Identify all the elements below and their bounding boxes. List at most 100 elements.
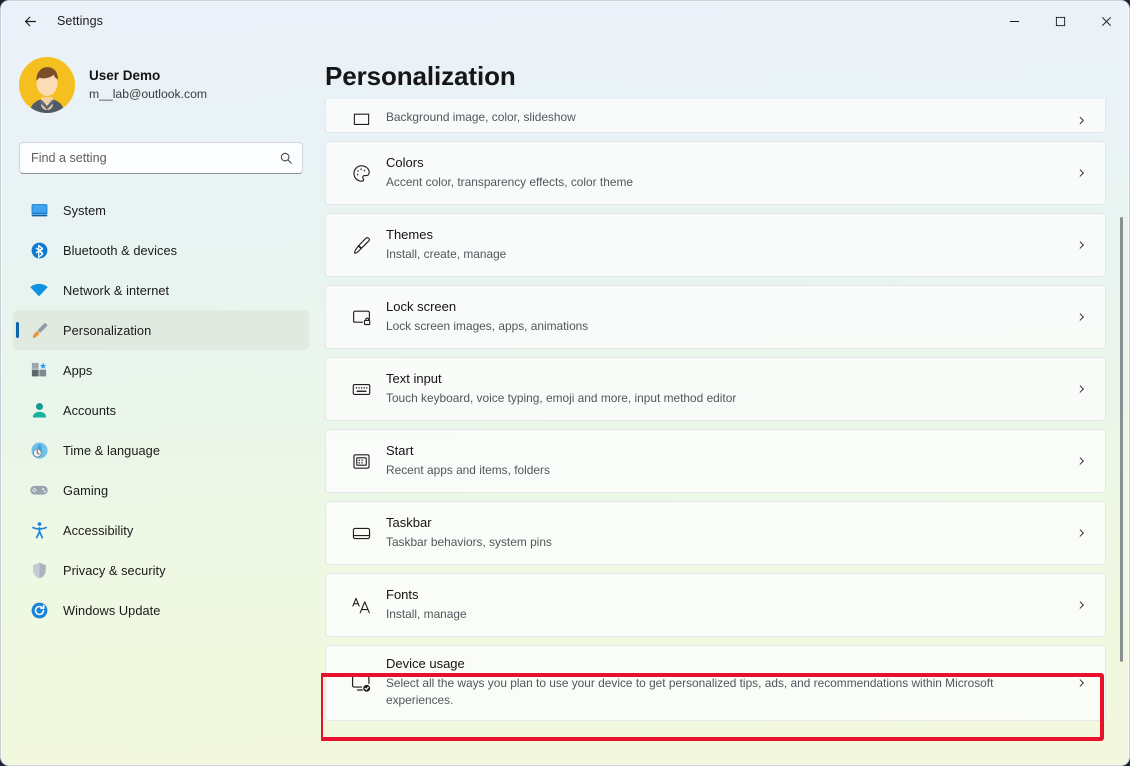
list-item-lock-screen[interactable]: Lock screen Lock screen images, apps, an… [325, 285, 1106, 349]
account-name: User Demo [89, 68, 161, 84]
sidebar-item-label: Apps [63, 362, 93, 378]
maximize-icon [1055, 16, 1065, 26]
chevron-right-icon[interactable] [1076, 384, 1087, 395]
accessibility-icon [29, 520, 49, 540]
chevron-right-icon[interactable] [1076, 312, 1087, 323]
account-email: m__lab@outlook.com [89, 87, 208, 102]
minimize-button[interactable] [991, 1, 1037, 41]
list-item-device-usage[interactable]: Device usage Select all the ways you pla… [325, 645, 1106, 721]
search-icon [279, 151, 293, 165]
settings-window: Settings User Demo m__lab@outlook.com Fi… [0, 0, 1130, 766]
list-item-title: Text input [386, 370, 442, 386]
chevron-right-icon[interactable] [1076, 456, 1087, 467]
list-item-title: Colors [386, 154, 424, 170]
sidebar-item-label: Windows Update [63, 602, 161, 618]
sidebar-item-label: Bluetooth & devices [63, 242, 178, 258]
sidebar-item-label: Accessibility [63, 522, 134, 538]
sidebar-item-apps[interactable]: Apps [13, 350, 309, 390]
update-icon [29, 600, 49, 620]
chevron-right-icon[interactable] [1076, 240, 1087, 251]
chevron-right-icon[interactable] [1076, 168, 1087, 179]
sidebar-item-label: Personalization [63, 322, 152, 338]
chevron-right-icon[interactable] [1076, 115, 1087, 126]
list-item-body: Colors Accent color, transparency effect… [386, 155, 1105, 191]
back-button[interactable] [13, 6, 47, 36]
list-item-colors[interactable]: Colors Accent color, transparency effect… [325, 141, 1106, 205]
person-icon [29, 400, 49, 420]
vertical-scrollbar[interactable] [1115, 41, 1129, 765]
list-item-title: Fonts [386, 586, 419, 602]
sidebar-item-label: System [63, 202, 106, 218]
close-icon [1101, 16, 1111, 26]
list-item-title: Lock screen [386, 298, 457, 314]
sidebar-item-system[interactable]: System [13, 190, 309, 230]
list-item-body: Themes Install, create, manage [386, 227, 1105, 263]
avatar [19, 57, 75, 113]
sidebar-item-gaming[interactable]: Gaming [13, 470, 309, 510]
list-item-text-input[interactable]: Text input Touch keyboard, voice typing,… [325, 357, 1106, 421]
maximize-button[interactable] [1037, 1, 1083, 41]
list-item-subtitle: Accent color, transparency effects, colo… [386, 174, 633, 189]
taskbar-icon [346, 523, 376, 544]
sidebar-item-bluetooth-devices[interactable]: Bluetooth & devices [13, 230, 309, 270]
sidebar-item-accessibility[interactable]: Accessibility [13, 510, 309, 550]
list-item-subtitle: Taskbar behaviors, system pins [386, 534, 552, 549]
list-item-subtitle: Lock screen images, apps, animations [386, 318, 589, 333]
list-item-title: Taskbar [386, 514, 432, 530]
title-bar: Settings [1, 1, 1129, 41]
list-item-subtitle: Install, create, manage [386, 246, 507, 261]
list-item-body: Start Recent apps and items, folders [386, 443, 1105, 479]
list-item-background[interactable]: Background image, color, slideshow [325, 99, 1106, 133]
sidebar-item-personalization[interactable]: Personalization [13, 310, 309, 350]
sidebar-item-time-language[interactable]: Time & language [13, 430, 309, 470]
search-input[interactable] [20, 143, 302, 173]
account-text: User Demo m__lab@outlook.com [89, 67, 207, 103]
palette-icon [346, 163, 376, 184]
background-icon [346, 111, 376, 126]
list-item-body: Fonts Install, manage [386, 587, 1105, 623]
scrollbar-thumb[interactable] [1120, 217, 1123, 662]
clock-globe-icon [29, 440, 49, 460]
fonts-icon [346, 594, 376, 617]
sidebar-item-accounts[interactable]: Accounts [13, 390, 309, 430]
list-item-fonts[interactable]: Fonts Install, manage [325, 573, 1106, 637]
close-button[interactable] [1083, 1, 1129, 41]
list-item-body: Device usage Select all the ways you pla… [386, 656, 1105, 709]
list-item-subtitle: Select all the ways you plan to use your… [386, 676, 994, 708]
settings-list: Background image, color, slideshow Color… [321, 99, 1111, 741]
sidebar-item-label: Accounts [63, 402, 117, 418]
list-item-subtitle: Background image, color, slideshow [386, 109, 576, 124]
list-item-subtitle: Install, manage [386, 606, 467, 621]
account-block[interactable]: User Demo m__lab@outlook.com [13, 41, 309, 115]
content-area: Personalization Background image, color,… [321, 41, 1129, 765]
paintbrush-icon [346, 235, 376, 256]
chevron-right-icon[interactable] [1076, 678, 1087, 689]
sidebar-item-label: Gaming [63, 482, 109, 498]
gamepad-icon [29, 480, 49, 500]
wifi-icon [29, 280, 49, 300]
sidebar: User Demo m__lab@outlook.com System [1, 41, 321, 765]
sidebar-item-network-internet[interactable]: Network & internet [13, 270, 309, 310]
sidebar-item-label: Time & language [63, 442, 161, 458]
list-item-themes[interactable]: Themes Install, create, manage [325, 213, 1106, 277]
paintbrush-icon [29, 320, 49, 340]
chevron-right-icon[interactable] [1076, 528, 1087, 539]
list-item-title: Start [386, 442, 414, 458]
search-box[interactable] [19, 142, 303, 174]
window-controls [991, 1, 1129, 41]
sidebar-item-label: Privacy & security [63, 562, 166, 578]
lock-screen-icon [346, 307, 376, 328]
keyboard-icon [346, 379, 376, 400]
sidebar-item-privacy-security[interactable]: Privacy & security [13, 550, 309, 590]
list-item-title: Device usage [386, 656, 465, 672]
sidebar-item-label: Network & internet [63, 282, 170, 298]
sidebar-item-windows-update[interactable]: Windows Update [13, 590, 309, 630]
list-item-taskbar[interactable]: Taskbar Taskbar behaviors, system pins [325, 501, 1106, 565]
list-item-start[interactable]: Start Recent apps and items, folders [325, 429, 1106, 493]
list-item-body: Lock screen Lock screen images, apps, an… [386, 299, 1105, 335]
list-item-body: Taskbar Taskbar behaviors, system pins [386, 515, 1105, 551]
device-usage-icon [346, 672, 376, 694]
apps-icon [29, 360, 49, 380]
bluetooth-icon [29, 240, 49, 260]
chevron-right-icon[interactable] [1076, 600, 1087, 611]
